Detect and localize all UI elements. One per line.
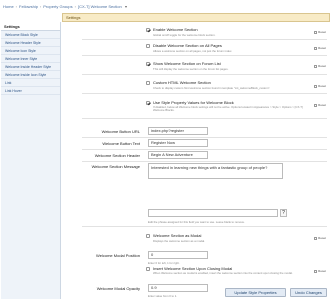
undo-changes-button[interactable]: Undo Changes xyxy=(290,288,327,297)
sidebar: Settings Welcome Block Style Welcome Hea… xyxy=(1,22,61,299)
welcome-section-message-label: Welcome Section Message xyxy=(91,164,140,169)
use-style-property-values-checkbox[interactable] xyxy=(146,101,150,105)
welcome-section-header-label: Welcome Section Header xyxy=(94,153,140,158)
modal-opacity-hint: Enter value from 0 to 1. xyxy=(148,294,178,298)
option-description: This will display the welcome section on… xyxy=(153,67,229,71)
divider xyxy=(82,118,327,119)
divider xyxy=(82,55,327,56)
option-description: Allows a welcome section on all pages, n… xyxy=(153,49,233,53)
reset-checkbox[interactable] xyxy=(314,103,318,107)
welcome-button-text-label: Welcome Button Text xyxy=(102,141,140,146)
sidebar-item-welcome-inside-icon-style[interactable]: Welcome Inside Icon Style xyxy=(1,71,60,79)
divider xyxy=(82,226,327,227)
reset-option[interactable]: Reset xyxy=(314,269,326,273)
welcome-button-url-label: Welcome Button URL xyxy=(101,129,140,134)
reset-checkbox[interactable] xyxy=(314,269,318,273)
divider xyxy=(82,149,327,150)
reset-label: Reset xyxy=(318,84,326,88)
breadcrumb: Home › Fellowship › Property Groups › [C… xyxy=(3,2,127,11)
welcome-button-text-input[interactable]: Register Now xyxy=(148,139,208,147)
reset-option[interactable]: Reset xyxy=(314,64,326,68)
message-hint: Edit the phrase assigned for this field … xyxy=(148,220,245,224)
divider xyxy=(82,74,327,75)
divider xyxy=(82,93,327,94)
disable-welcome-all-pages-checkbox[interactable] xyxy=(146,44,150,48)
option-description: When Welcome section as modal is enabled… xyxy=(153,271,293,275)
sidebar-item-welcome-inner-style[interactable]: Welcome Inner Style xyxy=(1,55,60,63)
reset-label: Reset xyxy=(318,30,326,34)
reset-checkbox[interactable] xyxy=(314,64,318,68)
welcome-section-message-textarea[interactable]: Interested in learning new things with a… xyxy=(148,163,283,179)
welcome-modal-position-label: Welcome Modal Position xyxy=(96,253,140,258)
settings-title-bar: Settings xyxy=(62,13,330,22)
sidebar-item-link[interactable]: Link xyxy=(1,79,60,87)
welcome-modal-opacity-label: Welcome Modal Opacity xyxy=(96,286,140,291)
sidebar-item-welcome-icon-style[interactable]: Welcome Icon Style xyxy=(1,47,60,55)
breadcrumb-fellowship[interactable]: Fellowship xyxy=(19,4,38,9)
breadcrumb-current[interactable]: [CX-T] Welcome Section xyxy=(78,4,122,9)
help-icon[interactable]: ? xyxy=(280,209,287,217)
update-style-properties-button[interactable]: Update Style Properties xyxy=(225,288,286,297)
divider xyxy=(82,161,327,162)
reset-option[interactable]: Reset xyxy=(314,46,326,50)
sidebar-item-welcome-header-style[interactable]: Welcome Header Style xyxy=(1,39,60,47)
reset-label: Reset xyxy=(318,46,326,50)
modal-position-hint: Enter 0 for left, 1 for right. xyxy=(148,261,180,265)
reset-option[interactable]: Reset xyxy=(314,236,326,240)
option-label: Disable Welcome Section on All Pages xyxy=(153,43,222,48)
reset-checkbox[interactable] xyxy=(314,236,318,240)
reset-checkbox[interactable] xyxy=(314,46,318,50)
sidebar-heading: Settings xyxy=(1,22,60,31)
reset-label: Reset xyxy=(318,269,326,273)
reset-label: Reset xyxy=(318,103,326,107)
welcome-modal-position-input[interactable]: 0 xyxy=(148,251,208,259)
welcome-section-header-input[interactable]: Begin A New Adventure xyxy=(148,151,208,159)
divider xyxy=(82,39,327,40)
page-title: Settings xyxy=(66,15,81,20)
option-description: Check to display custom html welcome sec… xyxy=(153,86,271,90)
option-label: Welcome Section as Modal xyxy=(153,233,202,238)
divider xyxy=(82,137,327,138)
chevron-down-icon[interactable] xyxy=(124,5,127,8)
reset-checkbox[interactable] xyxy=(314,30,318,34)
welcome-as-modal-checkbox[interactable] xyxy=(146,234,150,238)
reset-option[interactable]: Reset xyxy=(314,103,326,107)
sidebar-item-welcome-inside-header-style[interactable]: Welcome Inside Header Style xyxy=(1,63,60,71)
option-label: Enable Welcome Section xyxy=(153,27,198,32)
phrase-input[interactable] xyxy=(148,209,278,217)
reset-label: Reset xyxy=(318,236,326,240)
breadcrumb-property-groups[interactable]: Property Groups xyxy=(43,4,72,9)
settings-form: Enable Welcome Section Global on/off tog… xyxy=(62,23,330,299)
sidebar-item-link-hover[interactable]: Link Hover xyxy=(1,87,60,95)
option-label: Custom HTML Welcome Section xyxy=(153,80,211,85)
option-description: If disabled, below all Welcome block set… xyxy=(153,105,303,113)
option-description: Displays the welcome section as a modal. xyxy=(153,239,205,243)
option-description: Global on/off toggle for the welcome blo… xyxy=(153,33,216,37)
welcome-button-url-input[interactable]: index.php?register xyxy=(148,127,208,135)
custom-html-welcome-checkbox[interactable] xyxy=(146,81,150,85)
sidebar-item-welcome-block-style[interactable]: Welcome Block Style xyxy=(1,31,60,39)
reset-label: Reset xyxy=(318,64,326,68)
insert-welcome-upon-close-checkbox[interactable] xyxy=(146,267,150,271)
reset-option[interactable]: Reset xyxy=(314,84,326,88)
reset-option[interactable]: Reset xyxy=(314,30,326,34)
breadcrumb-home[interactable]: Home xyxy=(3,4,14,9)
show-welcome-forum-list-checkbox[interactable] xyxy=(146,62,150,66)
reset-checkbox[interactable] xyxy=(314,84,318,88)
enable-welcome-checkbox[interactable] xyxy=(146,28,150,32)
option-label: Show Welcome Section on Forum List xyxy=(153,61,221,66)
welcome-modal-opacity-input[interactable]: 0.9 xyxy=(148,284,208,292)
